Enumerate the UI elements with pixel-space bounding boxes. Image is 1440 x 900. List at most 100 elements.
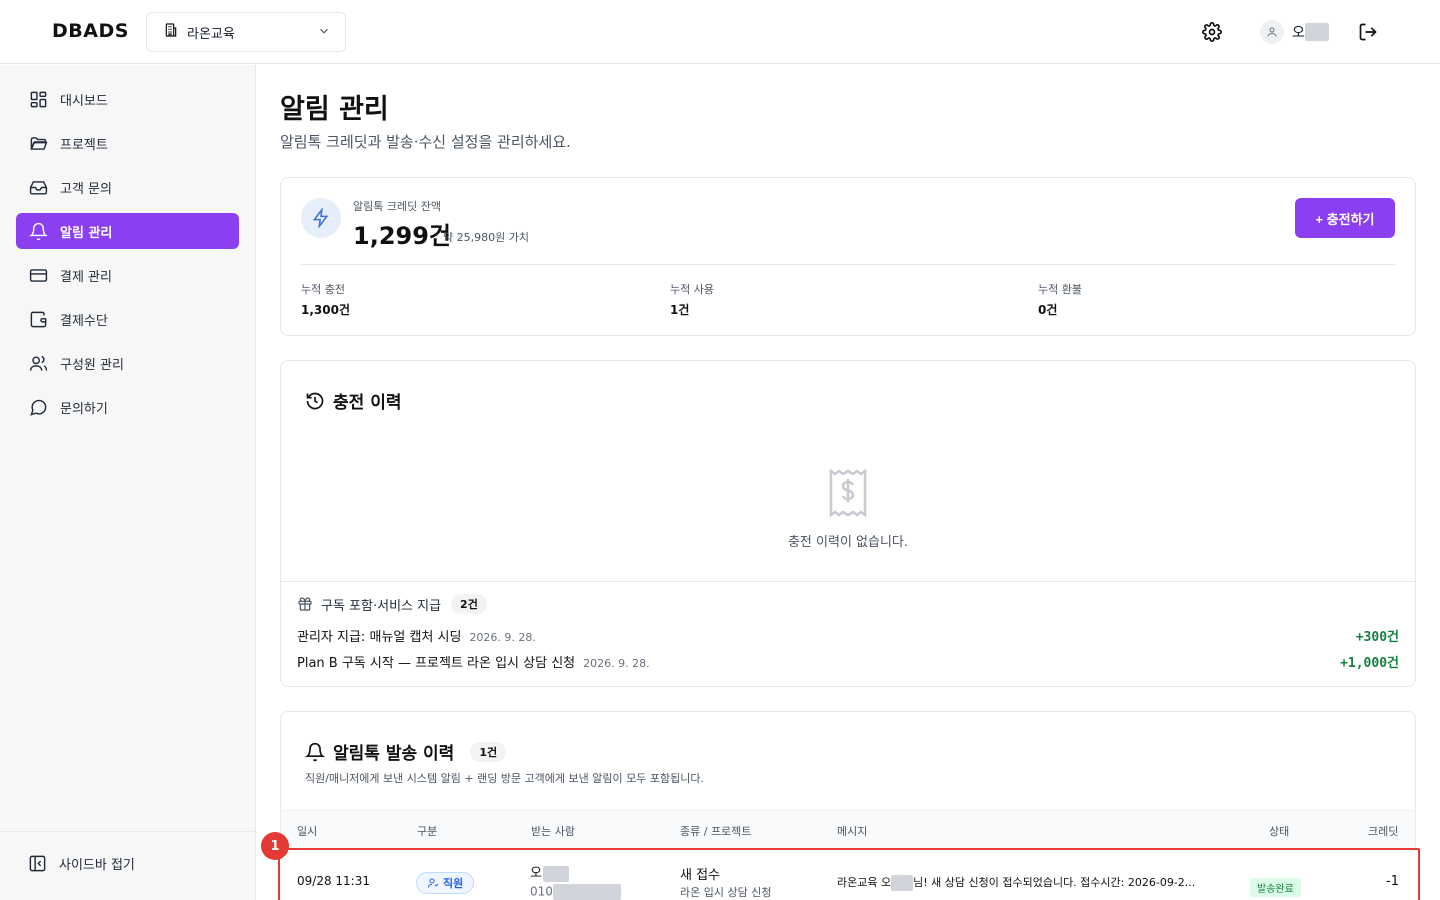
send-count-badge: 1건 bbox=[470, 741, 507, 762]
column-header: 상태 bbox=[1269, 825, 1290, 838]
sidebar-item-projects[interactable]: 프로젝트 bbox=[16, 125, 239, 161]
page-subtitle: 알림톡 크레딧과 발송·수신 설정을 관리하세요. bbox=[280, 133, 571, 151]
collapse-sidebar-button[interactable]: 사이드바 접기 bbox=[28, 854, 135, 873]
sidebar-item-label: 결제수단 bbox=[60, 313, 108, 329]
org-name: 라온교육 bbox=[187, 26, 235, 42]
stat-label: 누적 환불 bbox=[1038, 283, 1082, 296]
notification-type: 새 접수 bbox=[680, 868, 721, 883]
grant-date: 2026. 9. 28. bbox=[469, 631, 536, 644]
grant-row: Plan B 구독 시작 — 프로젝트 라온 입시 상담 신청 2026. 9.… bbox=[297, 652, 1399, 671]
wallet-icon bbox=[28, 309, 48, 329]
grant-amount: +1,000건 bbox=[1340, 656, 1399, 671]
table-header: 일시 구분 받는 사람 종류 / 프로젝트 메시지 상태 크레딧 bbox=[281, 810, 1415, 848]
message-suffix: 님! 새 상담 신청이 접수되었습니다. 접수시간: 2026-09-2... bbox=[913, 876, 1196, 889]
credit-used: -1 bbox=[1386, 874, 1399, 889]
grant-date: 2026. 9. 28. bbox=[583, 657, 650, 670]
grant-header: 구독 포함·서비스 지급 2건 bbox=[297, 594, 487, 614]
page-title: 알림 관리 bbox=[280, 94, 389, 125]
redacted-name bbox=[542, 865, 569, 882]
logout-icon[interactable] bbox=[1356, 20, 1380, 44]
send-history-card: 알림톡 발송 이력 1건 직원/매니저에게 보낸 시스템 알림 + 랜딩 방문 … bbox=[278, 711, 1420, 900]
sidebar-item-label: 문의하기 bbox=[60, 401, 108, 417]
cell-datetime: 09/28 11:31 bbox=[297, 874, 370, 888]
sidebar-item-billing[interactable]: 결제 관리 bbox=[16, 257, 239, 293]
user-menu[interactable]: 오 bbox=[1260, 20, 1329, 44]
grant-count-badge: 2건 bbox=[451, 594, 487, 614]
sidebar-item-contact[interactable]: 문의하기 bbox=[16, 389, 239, 425]
sidebar-item-inquiries[interactable]: 고객 문의 bbox=[16, 169, 239, 205]
chevron-down-icon bbox=[317, 23, 331, 42]
top-header: DBADS 라온교육 오 bbox=[0, 0, 1440, 64]
stat-total-charged: 누적 충전 1,300건 bbox=[301, 281, 350, 318]
avatar bbox=[1260, 20, 1284, 44]
history-icon bbox=[305, 391, 325, 411]
stat-value: 1건 bbox=[670, 303, 690, 317]
grant-title: 구독 포함·서비스 지급 bbox=[321, 598, 442, 614]
recipient-phone-text: 010 bbox=[530, 884, 553, 899]
recipient-name-text: 오 bbox=[530, 866, 542, 881]
stat-label: 누적 충전 bbox=[301, 283, 345, 296]
inbox-icon bbox=[28, 177, 48, 197]
section-title-text: 알림톡 발송 이력 bbox=[333, 744, 455, 764]
lightning-icon bbox=[301, 198, 341, 238]
recipient-phone: 010 bbox=[530, 884, 621, 900]
redacted-user-name bbox=[1304, 23, 1329, 41]
column-header: 받는 사람 bbox=[531, 825, 575, 838]
category-badge: 직원 bbox=[416, 872, 475, 894]
empty-state-text: 충전 이력이 없습니다. bbox=[787, 535, 909, 550]
bell-icon bbox=[28, 221, 48, 241]
credit-card-icon bbox=[28, 265, 48, 285]
sidebar-footer: 사이드바 접기 bbox=[0, 831, 255, 900]
column-header: 메시지 bbox=[837, 825, 868, 838]
grant-description: 관리자 지급: 매뉴얼 캡처 시딩 bbox=[297, 630, 462, 645]
receipt-icon bbox=[829, 468, 867, 521]
sidebar-item-payment-methods[interactable]: 결제수단 bbox=[16, 301, 239, 337]
credit-balance-card: 알림톡 크레딧 잔액 1,299건 약 25,980원 가치 + 충전하기 누적… bbox=[280, 177, 1416, 336]
sidebar-item-dashboard[interactable]: 대시보드 bbox=[16, 81, 239, 117]
sidebar-collapse-icon bbox=[28, 854, 47, 873]
sidebar-item-label: 프로젝트 bbox=[60, 137, 108, 153]
annotation-marker: 1 bbox=[261, 832, 289, 860]
balance-label: 알림톡 크레딧 잔액 bbox=[353, 200, 441, 213]
stat-total-refunded: 누적 환불 0건 bbox=[1038, 281, 1082, 318]
user-name: 오 bbox=[1292, 25, 1305, 41]
stat-label: 누적 사용 bbox=[670, 283, 714, 296]
bell-icon bbox=[305, 742, 325, 762]
send-history-title: 알림톡 발송 이력 1건 bbox=[305, 739, 507, 764]
project-name: 라온 입시 상담 신청 bbox=[680, 886, 772, 899]
balance-value: 1,299건 bbox=[353, 222, 451, 250]
grant-description: Plan B 구독 시작 — 프로젝트 라온 입시 상담 신청 bbox=[297, 656, 576, 671]
user-icon bbox=[428, 878, 439, 888]
org-selector[interactable]: 라온교육 bbox=[146, 12, 346, 52]
redacted-phone bbox=[552, 884, 621, 900]
table-row[interactable]: 09/28 11:31 직원 오 010 새 접수 라온 입시 상담 신청 라온… bbox=[278, 848, 1420, 900]
folder-icon bbox=[28, 133, 48, 153]
gear-icon[interactable] bbox=[1200, 20, 1224, 44]
grant-section: 구독 포함·서비스 지급 2건 관리자 지급: 매뉴얼 캡처 시딩 2026. … bbox=[281, 581, 1415, 671]
column-header: 일시 bbox=[297, 825, 318, 838]
grant-row: 관리자 지급: 매뉴얼 캡처 시딩 2026. 9. 28. +300건 bbox=[297, 626, 1399, 645]
app-logo[interactable]: DBADS bbox=[52, 20, 129, 42]
status-badge: 발송완료 bbox=[1250, 878, 1301, 897]
category-label: 직원 bbox=[443, 877, 464, 890]
chat-icon bbox=[28, 397, 48, 417]
message-prefix: 라온교육 오 bbox=[837, 876, 892, 889]
grant-amount: +300건 bbox=[1355, 630, 1399, 645]
collapse-label: 사이드바 접기 bbox=[59, 858, 135, 873]
send-history-description: 직원/매니저에게 보낸 시스템 알림 + 랜딩 방문 고객에게 보낸 알림이 모… bbox=[305, 772, 704, 785]
sidebar-item-label: 구성원 관리 bbox=[60, 357, 124, 373]
sidebar-item-members[interactable]: 구성원 관리 bbox=[16, 345, 239, 381]
stat-value: 1,300건 bbox=[301, 303, 350, 317]
charge-button[interactable]: + 충전하기 bbox=[1295, 198, 1395, 238]
grid-icon bbox=[28, 89, 48, 109]
message-preview: 라온교육 오 님! 새 상담 신청이 접수되었습니다. 접수시간: 2026-09… bbox=[837, 874, 1195, 891]
column-header: 크레딧 bbox=[1368, 825, 1399, 838]
stat-value: 0건 bbox=[1038, 303, 1058, 317]
sidebar-item-label: 알림 관리 bbox=[60, 225, 113, 241]
balance-approx-value: 약 25,980원 가치 bbox=[443, 231, 529, 244]
users-icon bbox=[28, 353, 48, 373]
sidebar-item-label: 고객 문의 bbox=[60, 181, 112, 197]
gift-icon bbox=[297, 596, 313, 612]
sidebar-item-notifications[interactable]: 알림 관리 bbox=[16, 213, 239, 249]
redacted-name bbox=[891, 875, 914, 891]
